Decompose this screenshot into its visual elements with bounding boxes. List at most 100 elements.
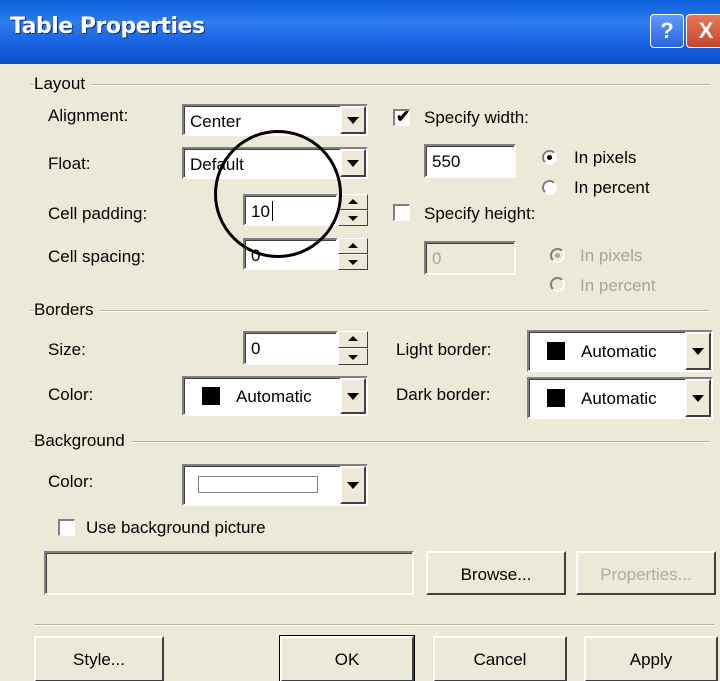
checkmark-icon: ✔ bbox=[396, 107, 411, 126]
alignment-dropdown-button[interactable] bbox=[340, 106, 366, 134]
spin-up-button[interactable] bbox=[338, 238, 368, 254]
light-border-dropdown-button[interactable] bbox=[685, 332, 711, 370]
background-color-select[interactable] bbox=[182, 464, 368, 506]
spin-down-button[interactable] bbox=[338, 348, 368, 365]
style-button[interactable]: Style... bbox=[34, 636, 164, 681]
height-value: 0 bbox=[432, 249, 442, 268]
radio-dot bbox=[547, 155, 552, 160]
help-button[interactable]: ? bbox=[650, 14, 684, 48]
dialog-title: Table Properties bbox=[10, 14, 205, 39]
alignment-value: Center bbox=[190, 112, 242, 131]
chevron-down-icon bbox=[347, 117, 359, 124]
width-in-pixels-label: In pixels bbox=[574, 148, 637, 167]
border-color-select[interactable]: Automatic bbox=[182, 376, 368, 416]
cell-padding-spinner[interactable] bbox=[338, 194, 368, 226]
chevron-down-icon bbox=[347, 160, 359, 167]
specify-width-checkbox[interactable]: ✔ bbox=[393, 107, 411, 126]
chevron-down-icon bbox=[347, 482, 359, 489]
border-size-input[interactable]: 0 bbox=[243, 331, 338, 365]
border-color-label: Color: bbox=[48, 385, 94, 404]
arrow-up-icon bbox=[348, 199, 358, 204]
cancel-button-label: Cancel bbox=[473, 650, 527, 669]
dark-border-select[interactable]: Automatic bbox=[527, 377, 713, 419]
ok-button[interactable]: OK bbox=[279, 635, 415, 681]
spin-up-button[interactable] bbox=[338, 331, 368, 348]
chevron-down-icon bbox=[692, 395, 704, 402]
cell-spacing-value: 0 bbox=[251, 246, 261, 265]
radio-dot bbox=[555, 253, 560, 258]
height-in-pixels-radio[interactable] bbox=[550, 248, 565, 263]
spin-down-button[interactable] bbox=[338, 254, 368, 270]
float-label: Float: bbox=[48, 154, 91, 173]
arrow-up-icon bbox=[348, 336, 358, 341]
chevron-down-icon bbox=[692, 348, 704, 355]
alignment-label: Alignment: bbox=[48, 106, 129, 125]
float-dropdown-button[interactable] bbox=[340, 149, 366, 177]
dark-border-label: Dark border: bbox=[396, 385, 491, 404]
borders-group-title: Borders bbox=[34, 300, 100, 320]
arrow-up-icon bbox=[348, 243, 358, 248]
specify-width-label: Specify width: bbox=[424, 108, 529, 127]
border-size-label: Size: bbox=[48, 340, 86, 359]
help-icon: ? bbox=[660, 18, 674, 43]
use-background-picture-label: Use background picture bbox=[86, 518, 266, 537]
background-color-dropdown-button[interactable] bbox=[340, 466, 366, 504]
apply-button-label: Apply bbox=[629, 650, 673, 669]
light-border-select[interactable]: Automatic bbox=[527, 330, 713, 372]
title-bar[interactable]: Table Properties ? X bbox=[0, 0, 720, 64]
close-icon: X bbox=[698, 18, 714, 43]
specify-height-checkbox[interactable] bbox=[393, 204, 410, 221]
width-input[interactable]: 550 bbox=[424, 144, 516, 178]
ok-button-label: OK bbox=[334, 650, 360, 669]
close-button[interactable]: X bbox=[686, 14, 720, 48]
properties-button[interactable]: Properties... bbox=[576, 551, 716, 595]
height-in-percent-radio[interactable] bbox=[550, 277, 565, 292]
borders-group-line bbox=[30, 310, 710, 312]
background-group-title: Background bbox=[34, 431, 131, 451]
dark-border-dropdown-button[interactable] bbox=[685, 379, 711, 417]
border-color-value: Automatic bbox=[236, 387, 312, 406]
float-select[interactable]: Default bbox=[182, 147, 368, 179]
color-swatch bbox=[202, 387, 220, 405]
arrow-down-icon bbox=[348, 216, 358, 221]
browse-button-label: Browse... bbox=[460, 565, 532, 584]
width-value: 550 bbox=[432, 152, 461, 171]
apply-button[interactable]: Apply bbox=[584, 636, 718, 681]
footer-separator bbox=[34, 624, 714, 626]
cell-padding-input[interactable]: 10 bbox=[243, 194, 338, 226]
cell-padding-value: 10 bbox=[251, 202, 270, 221]
border-color-dropdown-button[interactable] bbox=[340, 378, 366, 414]
width-in-percent-label: In percent bbox=[574, 178, 650, 197]
background-group-line bbox=[30, 441, 710, 443]
style-button-label: Style... bbox=[73, 650, 125, 669]
cancel-button[interactable]: Cancel bbox=[433, 636, 567, 681]
cell-spacing-label: Cell spacing: bbox=[48, 247, 146, 266]
cell-spacing-spinner[interactable] bbox=[338, 238, 368, 270]
background-color-label: Color: bbox=[48, 472, 94, 491]
text-caret bbox=[272, 201, 273, 221]
border-size-spinner[interactable] bbox=[338, 331, 368, 365]
height-input[interactable]: 0 bbox=[424, 241, 516, 275]
layout-group-title: Layout bbox=[34, 74, 92, 94]
browse-button[interactable]: Browse... bbox=[426, 551, 566, 595]
layout-group-line bbox=[30, 84, 710, 86]
light-border-value: Automatic bbox=[581, 342, 657, 361]
float-value: Default bbox=[190, 155, 244, 174]
cell-spacing-input[interactable]: 0 bbox=[243, 238, 338, 270]
height-in-pixels-label: In pixels bbox=[580, 246, 643, 265]
specify-height-label: Specify height: bbox=[424, 204, 536, 223]
width-in-percent-radio[interactable] bbox=[542, 180, 557, 195]
properties-button-label: Properties... bbox=[600, 565, 692, 584]
dark-border-value: Automatic bbox=[581, 389, 657, 408]
color-swatch bbox=[198, 476, 318, 493]
alignment-select[interactable]: Center bbox=[182, 104, 368, 136]
color-swatch bbox=[547, 389, 565, 407]
spin-down-button[interactable] bbox=[338, 210, 368, 226]
spin-up-button[interactable] bbox=[338, 194, 368, 210]
width-in-pixels-radio[interactable] bbox=[542, 150, 557, 165]
color-swatch bbox=[547, 342, 565, 360]
use-background-picture-checkbox[interactable] bbox=[58, 519, 75, 536]
chevron-down-icon bbox=[347, 393, 359, 400]
arrow-down-icon bbox=[348, 355, 358, 360]
background-picture-path[interactable] bbox=[44, 551, 414, 595]
